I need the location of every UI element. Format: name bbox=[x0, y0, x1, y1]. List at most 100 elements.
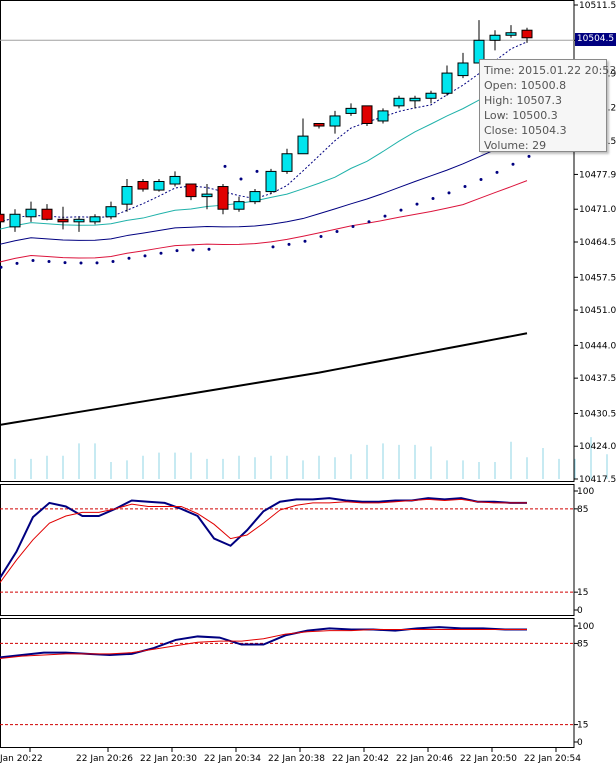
time-axis-label: 22 Jan 20:54 bbox=[524, 754, 581, 764]
bull-candle bbox=[297, 135, 309, 155]
sar-dot bbox=[191, 248, 195, 252]
sar-dot bbox=[287, 242, 291, 246]
ma-teal-line bbox=[0, 75, 528, 230]
sar-dot bbox=[527, 154, 531, 158]
sar-dot bbox=[447, 191, 451, 195]
price-axis-label: 10451.0 bbox=[579, 306, 616, 316]
bear-candle bbox=[137, 180, 149, 190]
bull-candle bbox=[489, 34, 501, 41]
sar-dot bbox=[63, 261, 67, 265]
stochastic-2-frame bbox=[0, 618, 575, 748]
stochastic-panel-2: 100 85 15 0 bbox=[0, 622, 594, 748]
bear-candle bbox=[313, 123, 325, 127]
sar-dot bbox=[0, 265, 3, 269]
bull-candle bbox=[457, 62, 469, 77]
bull-candle bbox=[345, 107, 357, 114]
stochastic-panel-1: 100 85 15 0 bbox=[0, 487, 594, 616]
stoch-axis-label: 85 bbox=[577, 505, 588, 515]
sar-dot bbox=[463, 185, 467, 189]
sar-dot bbox=[207, 247, 211, 251]
volume-bars bbox=[14, 437, 608, 479]
time-axis-label: 22 Jan 20:34 bbox=[204, 754, 261, 764]
bull-candle bbox=[505, 32, 517, 36]
sar-dot bbox=[223, 164, 227, 168]
sar-dot bbox=[47, 260, 51, 264]
bull-candle bbox=[281, 153, 293, 172]
stoch-axis-label: 0 bbox=[577, 738, 583, 748]
bear-candle bbox=[0, 213, 5, 223]
stoch-axis-label: 15 bbox=[577, 721, 588, 731]
stoch-axis-label: 100 bbox=[577, 487, 594, 497]
bull-candle bbox=[425, 92, 437, 99]
bull-candle bbox=[409, 97, 421, 102]
current-price-label: 10504.5 bbox=[576, 34, 615, 44]
time-axis-label: Jan 20:22 bbox=[0, 754, 43, 764]
sar-dot bbox=[159, 251, 163, 255]
sar-dot bbox=[127, 256, 131, 260]
stoch-axis-label: 0 bbox=[577, 606, 583, 616]
sar-dot bbox=[143, 254, 147, 258]
sar-dot bbox=[319, 234, 323, 238]
bull-candle bbox=[169, 175, 181, 185]
price-axis-label: 10424.0 bbox=[579, 442, 616, 452]
sar-dot bbox=[511, 162, 515, 166]
bear-candle bbox=[217, 186, 229, 210]
bull-candle bbox=[105, 206, 117, 218]
bull-candle bbox=[121, 186, 133, 205]
time-axis-label: 22 Jan 20:46 bbox=[396, 754, 453, 764]
tooltip-open: Open: 10500.8 bbox=[484, 79, 567, 92]
time-axis-label: 22 Jan 20:42 bbox=[332, 754, 389, 764]
candlesticks bbox=[0, 20, 533, 232]
ma-dashed-line bbox=[0, 41, 528, 223]
bear-candle bbox=[361, 105, 373, 125]
bull-candle bbox=[265, 170, 277, 193]
time-axis-label: 22 Jan 20:30 bbox=[140, 754, 197, 764]
bear-candle bbox=[57, 218, 69, 223]
sar-dot bbox=[399, 208, 403, 212]
sar-dot bbox=[335, 230, 339, 234]
stochastic-2-main-line bbox=[0, 626, 527, 659]
bull-candle bbox=[393, 97, 405, 107]
sar-dot bbox=[271, 245, 275, 249]
bear-candle bbox=[185, 183, 197, 198]
time-axis-label: 22 Jan 20:26 bbox=[76, 754, 133, 764]
bull-candle bbox=[73, 218, 85, 223]
sar-dot bbox=[239, 177, 243, 181]
sar-dot bbox=[495, 170, 499, 174]
tooltip-time: Time: 2015.01.22 20:53 bbox=[484, 64, 616, 77]
bull-candle bbox=[441, 72, 453, 94]
tooltip-low: Low: 10500.3 bbox=[484, 109, 558, 122]
time-axis-label: 22 Jan 20:50 bbox=[460, 754, 517, 764]
sar-dot bbox=[415, 202, 419, 206]
sar-dot bbox=[31, 258, 35, 262]
sar-dot bbox=[479, 177, 483, 181]
moving-averages bbox=[0, 41, 531, 426]
bull-candle bbox=[233, 201, 245, 210]
time-axis-label: 22 Jan 20:38 bbox=[268, 754, 325, 764]
stochastic-1-frame bbox=[0, 484, 575, 616]
sar-dot bbox=[95, 261, 99, 265]
sar-dot bbox=[15, 261, 19, 265]
sar-dot bbox=[79, 261, 83, 265]
price-axis-label: 10457.5 bbox=[579, 273, 616, 283]
tooltip-volume: Volume: 29 bbox=[484, 139, 547, 152]
stochastic-1-main-line bbox=[0, 497, 527, 579]
sar-dot bbox=[431, 197, 435, 201]
price-axis-label: 10471.0 bbox=[579, 205, 616, 215]
sar-dot bbox=[351, 224, 355, 228]
ohlc-tooltip: Time: 2015.01.22 20:53 Open: 10500.8 Hig… bbox=[479, 59, 616, 152]
bull-candle bbox=[9, 213, 21, 228]
price-axis-label: 10437.5 bbox=[579, 374, 616, 384]
current-price-tag: 10504.5 bbox=[575, 33, 616, 46]
bull-candle bbox=[329, 115, 341, 127]
price-axis-label: 10430.5 bbox=[579, 409, 616, 419]
bull-candle bbox=[153, 180, 165, 191]
price-axis-label: 10511.5 bbox=[579, 1, 616, 11]
sar-dot bbox=[303, 239, 307, 243]
bull-candle bbox=[89, 216, 101, 223]
price-axis-label: 10444.0 bbox=[579, 341, 616, 351]
price-axis-label: 10477.9 bbox=[579, 170, 616, 180]
stoch-axis-label: 85 bbox=[577, 639, 588, 649]
price-axis-label: 10417.5 bbox=[579, 475, 616, 485]
sar-dot bbox=[175, 249, 179, 253]
